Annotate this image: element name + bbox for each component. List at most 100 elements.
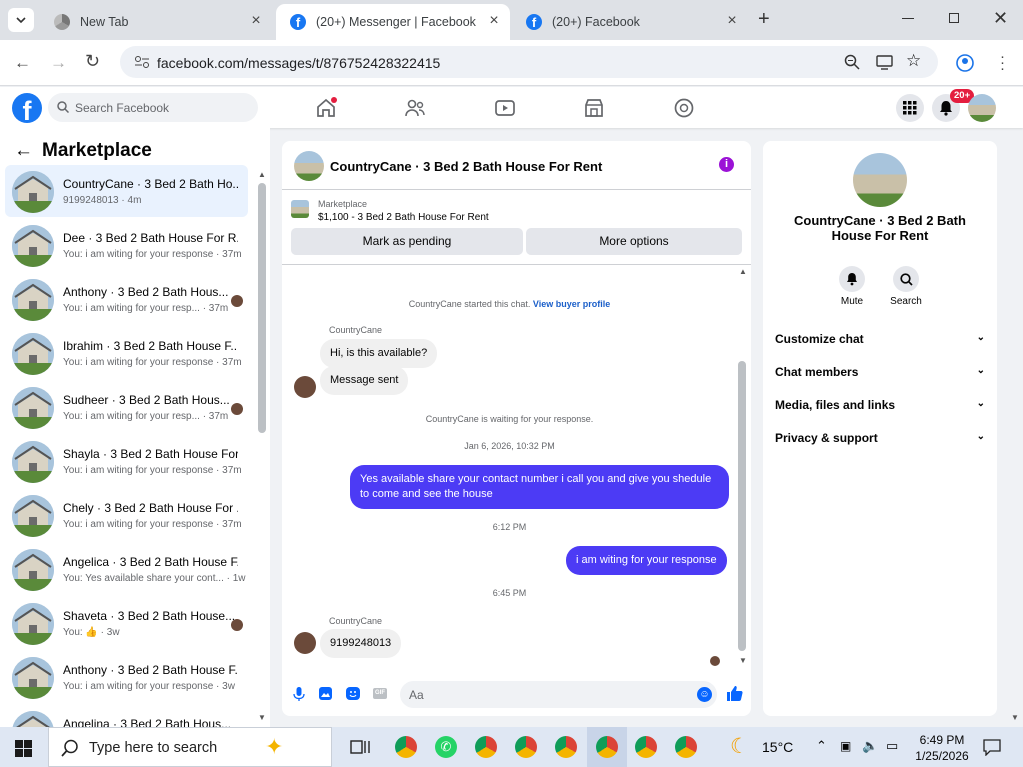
conversation-item[interactable]: Dee · 3 Bed 2 Bath House For R... You: i … xyxy=(5,219,248,271)
view-buyer-profile-link[interactable]: View buyer profile xyxy=(533,299,610,309)
chrome-profile-icon[interactable] xyxy=(675,736,697,758)
camera-icon[interactable]: ▣ xyxy=(840,739,851,753)
conversation-item[interactable]: Chely · 3 Bed 2 Bath House For ... You: i… xyxy=(5,489,248,541)
marketplace-icon[interactable] xyxy=(583,97,605,119)
close-icon[interactable]: × xyxy=(724,13,740,30)
conversation-item[interactable]: Ibrahim · 3 Bed 2 Bath House F... You: i … xyxy=(5,327,248,379)
window-close-button[interactable]: ✕ xyxy=(993,8,1008,29)
message-bubble[interactable]: 9199248013 xyxy=(320,629,402,658)
volume-icon[interactable]: 🔈 xyxy=(862,738,878,754)
close-icon[interactable]: × xyxy=(248,13,264,30)
windows-start-icon[interactable] xyxy=(15,740,32,757)
omnibox[interactable]: facebook.com/messages/t/876752428322415 … xyxy=(120,46,938,78)
profile-avatar[interactable] xyxy=(853,153,907,207)
back-arrow-icon[interactable]: ← xyxy=(14,140,33,162)
clock-time[interactable]: 6:49 PM xyxy=(917,733,967,747)
sender-avatar[interactable] xyxy=(294,376,316,398)
conversation-item[interactable]: Sudheer · 3 Bed 2 Bath Hous... You: i am … xyxy=(5,381,248,433)
timestamp: 6:12 PM xyxy=(492,522,527,532)
facebook-icon: f xyxy=(526,14,542,30)
bookmark-star-icon[interactable]: ☆ xyxy=(906,51,921,71)
restore-button[interactable] xyxy=(949,13,959,23)
chrome-taskbar-icon[interactable] xyxy=(395,736,417,758)
search-icon xyxy=(61,739,78,757)
weather-moon-icon[interactable]: ☾ xyxy=(730,734,749,759)
close-icon[interactable]: × xyxy=(486,13,502,30)
forward-button[interactable]: → xyxy=(50,53,67,73)
scroll-down-arrow[interactable]: ▼ xyxy=(258,713,266,722)
whatsapp-icon[interactable]: ✆ xyxy=(435,736,457,758)
message-bubble[interactable]: Hi, is this available? xyxy=(320,339,438,368)
page-scroll-down-arrow[interactable]: ▼ xyxy=(1011,713,1019,722)
emoji-icon[interactable]: ☺ xyxy=(697,687,712,702)
facebook-search-input[interactable]: Search Facebook xyxy=(48,93,258,122)
task-view-icon[interactable] xyxy=(350,738,370,756)
scroll-down-arrow[interactable]: ▼ xyxy=(739,656,747,665)
account-avatar[interactable] xyxy=(968,94,996,122)
listing-thumbnail[interactable] xyxy=(291,200,309,218)
tab-messenger[interactable]: f (20+) Messenger | Facebook × xyxy=(276,4,510,40)
temperature[interactable]: 15°C xyxy=(762,739,793,755)
search-button[interactable] xyxy=(893,266,919,292)
message-bubble[interactable]: Message sent xyxy=(320,366,409,395)
microphone-icon[interactable] xyxy=(293,687,305,701)
video-icon[interactable] xyxy=(494,97,516,119)
chrome-profile-icon[interactable] xyxy=(596,736,618,758)
menu-button[interactable] xyxy=(896,94,924,122)
listing-title[interactable]: $1,100 - 3 Bed 2 Bath House For Rent xyxy=(318,212,489,223)
new-tab-button[interactable]: + xyxy=(758,8,770,31)
profile-icon[interactable] xyxy=(956,54,974,72)
mark-as-pending-button[interactable]: Mark as pending xyxy=(291,228,523,255)
conversation-item[interactable]: Anthony · 3 Bed 2 Bath Hous... You: i am … xyxy=(5,273,248,325)
chat-members-section[interactable]: Chat members ⌄ xyxy=(775,365,985,379)
tab-new-tab[interactable]: New Tab × xyxy=(40,4,272,40)
clock-date[interactable]: 1/25/2026 xyxy=(914,749,970,763)
notification-center-icon[interactable] xyxy=(983,739,1001,756)
zoom-icon[interactable] xyxy=(844,54,860,70)
chrome-profile-icon[interactable] xyxy=(475,736,497,758)
chat-list-scrollbar[interactable] xyxy=(258,183,266,433)
chevron-up-icon[interactable]: ⌃ xyxy=(816,738,827,754)
like-thumb-icon[interactable] xyxy=(726,685,743,702)
facebook-logo-icon[interactable]: f xyxy=(12,93,42,123)
chat-title[interactable]: CountryCane · 3 Bed 2 Bath House For Ren… xyxy=(330,159,602,174)
tab-facebook[interactable]: f (20+) Facebook × xyxy=(512,4,748,40)
outgoing-message-bubble[interactable]: i am witing for your response xyxy=(566,546,727,575)
conversation-item[interactable]: Shaveta · 3 Bed 2 Bath House... You: 👍 · … xyxy=(5,597,248,649)
conversation-item[interactable]: Shayla · 3 Bed 2 Bath House For... You: i… xyxy=(5,435,248,487)
chrome-menu-icon[interactable]: · · · xyxy=(1000,49,1005,76)
conversation-item[interactable]: Angelica · 3 Bed 2 Bath House F... You: Y… xyxy=(5,543,248,595)
conversation-item[interactable]: CountryCane · 3 Bed 2 Bath Ho... 91992480… xyxy=(5,165,248,217)
chat-avatar[interactable] xyxy=(294,151,324,181)
minimize-button[interactable] xyxy=(902,18,914,19)
more-options-button[interactable]: More options xyxy=(526,228,742,255)
scroll-up-arrow[interactable]: ▲ xyxy=(739,267,747,276)
privacy-support-section[interactable]: Privacy & support ⌄ xyxy=(775,431,985,445)
chat-scrollbar[interactable] xyxy=(738,361,746,651)
photo-icon[interactable] xyxy=(319,687,332,700)
chrome-profile-icon[interactable] xyxy=(555,736,577,758)
outgoing-message-bubble[interactable]: Yes available share your contact number … xyxy=(350,465,729,509)
tab-search-button[interactable] xyxy=(8,8,34,32)
install-app-icon[interactable] xyxy=(876,54,893,70)
reload-button[interactable]: ↻ xyxy=(85,51,100,72)
customize-chat-section[interactable]: Customize chat ⌄ xyxy=(775,332,985,346)
back-button[interactable]: ← xyxy=(14,53,31,73)
gif-icon[interactable]: GIF xyxy=(373,688,387,699)
sticker-icon[interactable] xyxy=(346,687,360,700)
mute-button[interactable] xyxy=(839,266,865,292)
sender-avatar[interactable] xyxy=(294,632,316,654)
media-files-section[interactable]: Media, files and links ⌄ xyxy=(775,398,985,412)
site-settings-icon[interactable] xyxy=(134,55,150,69)
info-icon[interactable]: i xyxy=(719,157,734,172)
conversation-item[interactable]: Anthony · 3 Bed 2 Bath House F... You: i … xyxy=(5,651,248,703)
chrome-profile-icon[interactable] xyxy=(635,736,657,758)
chrome-profile-icon[interactable] xyxy=(515,736,537,758)
home-icon[interactable] xyxy=(315,97,337,119)
friends-icon[interactable] xyxy=(404,97,426,119)
gaming-icon[interactable] xyxy=(673,97,695,119)
taskbar-search-box[interactable]: Type here to search ✦ xyxy=(48,727,332,767)
message-input[interactable]: Aa ☺ xyxy=(400,681,717,708)
network-icon[interactable]: ▭ xyxy=(886,738,898,754)
scroll-up-arrow[interactable]: ▲ xyxy=(258,170,266,179)
